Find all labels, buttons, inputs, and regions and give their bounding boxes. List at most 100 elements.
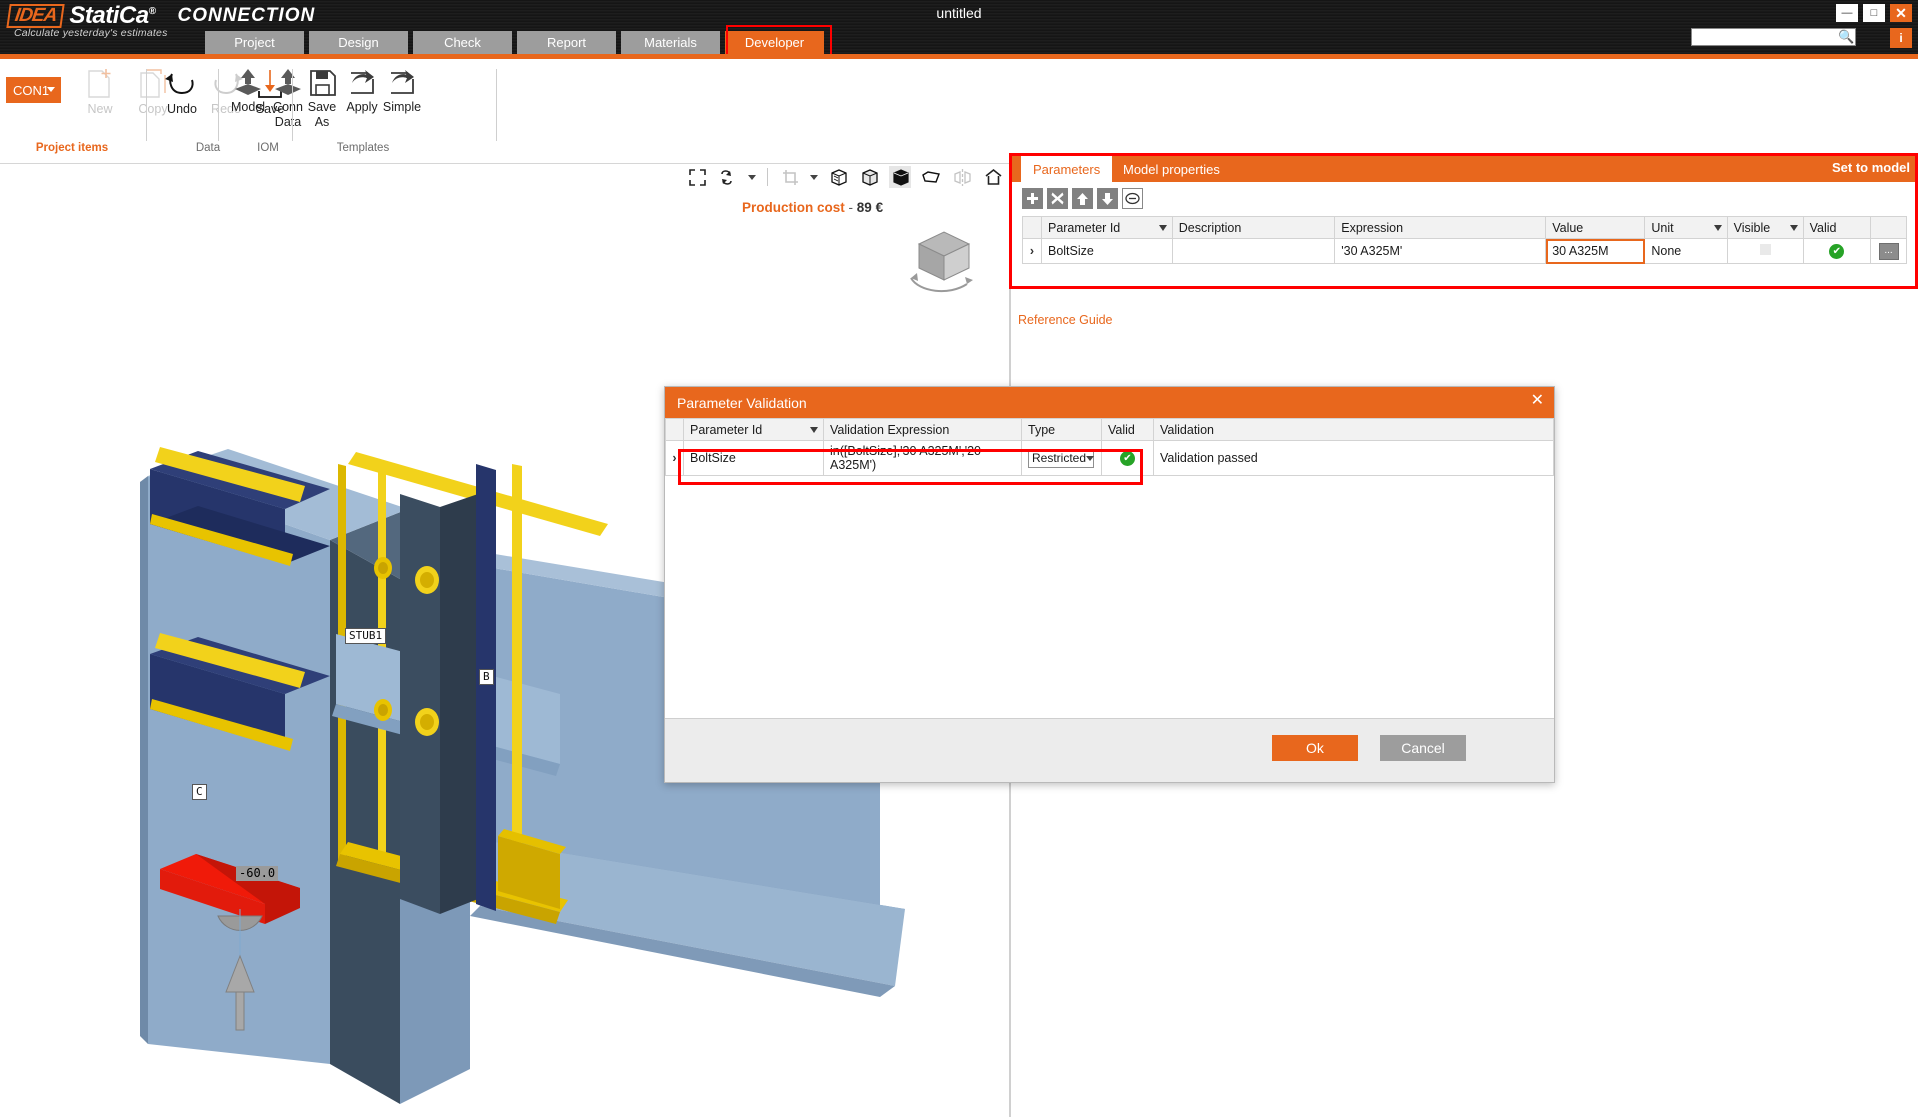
col-unit[interactable]: Unit (1645, 217, 1727, 239)
col-validation[interactable]: Validation (1154, 419, 1554, 441)
parameters-toolbar (1022, 188, 1143, 209)
tab-materials[interactable]: Materials (621, 31, 720, 54)
col-description[interactable]: Description (1172, 217, 1334, 239)
group-divider (218, 69, 219, 141)
load-value-label: -60.0 (236, 866, 278, 881)
cell-validation-message: Validation passed (1154, 441, 1554, 476)
col-visible[interactable]: Visible (1727, 217, 1803, 239)
maximize-icon[interactable]: □ (1863, 4, 1885, 22)
ok-button[interactable]: Ok (1272, 735, 1358, 761)
col-expression[interactable]: Expression (1335, 217, 1546, 239)
add-parameter-button[interactable] (1022, 188, 1043, 209)
connection-selector-label: CON1 (13, 83, 49, 98)
cell-valid: ✔ (1803, 239, 1871, 264)
ribbon-group-templates: Save As Apply Simple Templates (294, 63, 494, 155)
filter-icon[interactable] (810, 427, 818, 433)
flat-view-icon[interactable] (920, 166, 942, 188)
fit-to-screen-icon[interactable] (686, 166, 708, 188)
col-parameter-id[interactable]: Parameter Id (684, 419, 824, 441)
col-visible-label: Visible (1734, 221, 1771, 235)
cell-parameter-id[interactable]: BoltSize (684, 441, 824, 476)
ribbon: CON1 New Copy Project items (0, 59, 1918, 164)
dialog-title-bar: Parameter Validation ✕ (665, 387, 1554, 418)
production-cost-label: Production cost (742, 200, 845, 215)
col-description-label: Description (1179, 221, 1242, 235)
tab-developer[interactable]: Developer (725, 31, 824, 54)
col-validation-expression[interactable]: Validation Expression (824, 419, 1022, 441)
tab-model-properties[interactable]: Model properties (1111, 156, 1232, 182)
validation-table-header: Parameter Id Validation Expression Type … (666, 419, 1554, 441)
cell-type[interactable]: Restricted (1022, 441, 1102, 476)
filter-icon[interactable] (1159, 225, 1167, 231)
transparent-cube-icon[interactable] (858, 166, 880, 188)
close-icon[interactable]: ✕ (1890, 4, 1912, 22)
table-row[interactable]: › BoltSize '30 A325M' 30 A325M None ✔ ..… (1023, 239, 1907, 264)
tagline: Calculate yesterday's estimates (14, 27, 168, 39)
chevron-down-icon[interactable] (810, 175, 818, 180)
filter-icon[interactable] (1790, 225, 1798, 231)
tab-parameters[interactable]: Parameters (1021, 156, 1112, 182)
tab-design[interactable]: Design (309, 31, 408, 54)
move-up-button[interactable] (1072, 188, 1093, 209)
tab-report[interactable]: Report (517, 31, 616, 54)
col-valid-label: Valid (1810, 221, 1837, 235)
cell-parameter-id[interactable]: BoltSize (1041, 239, 1172, 264)
chevron-down-icon[interactable] (748, 175, 756, 180)
reference-guide-link[interactable]: Reference Guide (1018, 313, 1113, 327)
simple-button[interactable]: Simple (374, 67, 430, 114)
col-valid[interactable]: Valid (1803, 217, 1871, 239)
wireframe-cube-icon[interactable] (827, 166, 849, 188)
search-input[interactable]: 🔍 (1691, 28, 1856, 46)
member-label-c: C (192, 784, 207, 800)
member-label-stub1: STUB1 (345, 628, 386, 644)
cell-visible[interactable] (1727, 239, 1803, 264)
visible-checkbox[interactable] (1760, 244, 1771, 255)
cell-validation-expression[interactable]: in([BoltSize],'30 A325M','20 A325M') (824, 441, 1022, 476)
row-selector-icon[interactable]: › (666, 441, 684, 476)
production-cost: Production cost - 89 € (742, 200, 883, 215)
col-value[interactable]: Value (1546, 217, 1645, 239)
cell-value[interactable]: 30 A325M (1546, 239, 1645, 264)
set-to-model-link[interactable]: Set to model (1832, 160, 1910, 175)
member-label-b: B (479, 669, 494, 685)
col-valid[interactable]: Valid (1102, 419, 1154, 441)
tab-project[interactable]: Project (205, 31, 304, 54)
move-down-button[interactable] (1097, 188, 1118, 209)
delete-parameter-button[interactable] (1047, 188, 1068, 209)
col-row-selector (666, 419, 684, 441)
ribbon-group-label-templates: Templates (294, 142, 432, 154)
info-icon[interactable]: i (1890, 28, 1912, 48)
col-parameter-id[interactable]: Parameter Id (1041, 217, 1172, 239)
crop-icon[interactable] (779, 166, 801, 188)
table-row[interactable]: › BoltSize in([BoltSize],'30 A325M','20 … (666, 441, 1554, 476)
ribbon-group-project-items: CON1 New Copy Project items (0, 63, 146, 155)
row-selector-icon[interactable]: › (1023, 239, 1042, 264)
tab-check[interactable]: Check (413, 31, 512, 54)
solid-cube-icon[interactable] (889, 166, 911, 188)
cell-actions[interactable]: ... (1871, 239, 1907, 264)
parameter-validation-dialog: Parameter Validation ✕ Parameter Id Vali… (664, 386, 1555, 783)
type-select-value: Restricted (1032, 451, 1086, 465)
home-icon[interactable] (982, 166, 1004, 188)
filter-icon[interactable] (1714, 225, 1722, 231)
rotate-icon[interactable] (717, 166, 739, 188)
link-parameter-button[interactable] (1122, 188, 1143, 209)
cell-description[interactable] (1172, 239, 1334, 264)
close-icon[interactable]: ✕ (1531, 393, 1544, 409)
production-cost-value: 89 € (857, 200, 883, 215)
new-button-label: New (72, 103, 128, 116)
connection-selector[interactable]: CON1 (6, 77, 61, 103)
type-select[interactable]: Restricted (1028, 449, 1094, 468)
cancel-button[interactable]: Cancel (1380, 735, 1466, 761)
undo-icon (165, 67, 199, 101)
viewport-toolbar (686, 166, 1004, 188)
col-type[interactable]: Type (1022, 419, 1102, 441)
open-validation-button[interactable]: ... (1879, 243, 1899, 260)
view-orientation-cube[interactable] (905, 222, 983, 302)
minimize-icon[interactable]: — (1836, 4, 1858, 22)
mirror-icon[interactable] (951, 166, 973, 188)
cell-expression[interactable]: '30 A325M' (1335, 239, 1546, 264)
cell-unit[interactable]: None (1645, 239, 1727, 264)
new-button[interactable]: New (72, 67, 128, 116)
col-validation-expression-label: Validation Expression (830, 423, 949, 437)
